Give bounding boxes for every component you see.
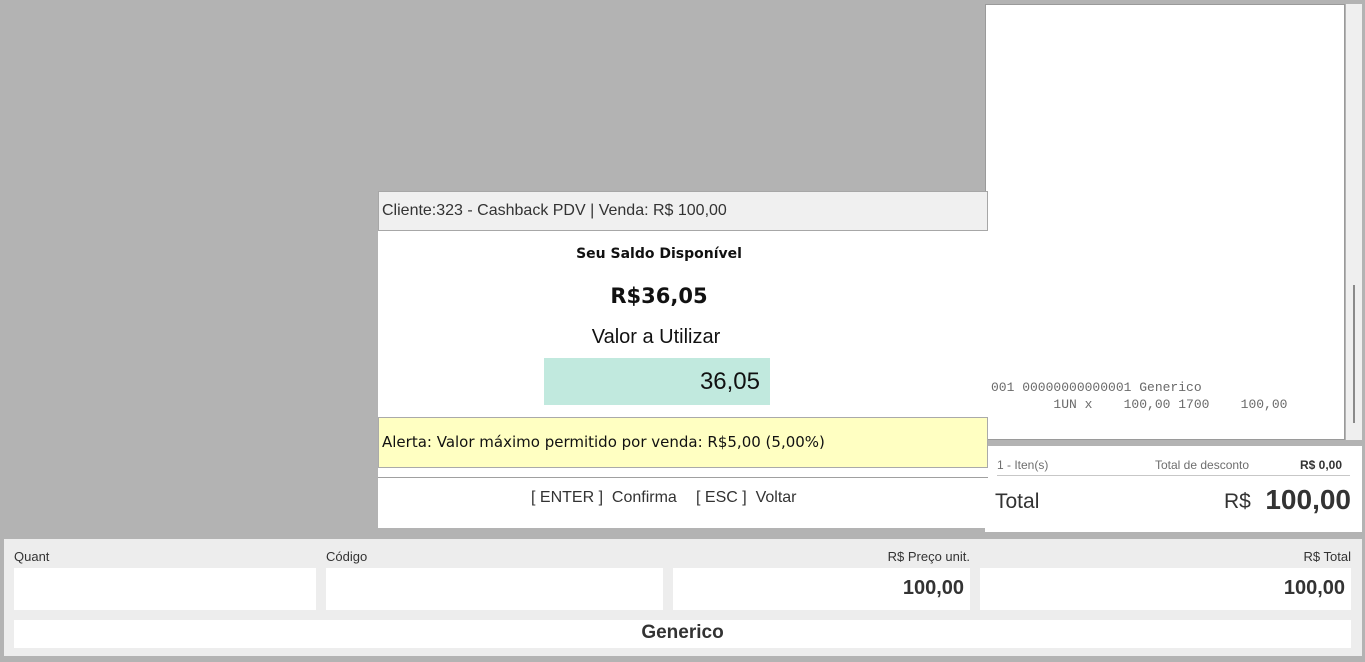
total-label: Total — [995, 490, 1040, 513]
items-count: 1 - Iten(s) — [997, 458, 1049, 472]
unit-price-label: R$ Preço unit. — [887, 549, 970, 564]
item-entry-bar: Quant Código R$ Preço unit. 100,00 R$ To… — [4, 539, 1362, 656]
balance-label: Seu Saldo Disponível — [576, 246, 742, 262]
balance-value: R$36,05 — [610, 284, 708, 308]
enter-key-hint: [ ENTER ] — [531, 489, 604, 506]
use-label: Valor a Utilizar — [591, 326, 721, 348]
alert-message: Alerta: Valor máximo permitido por venda… — [378, 417, 988, 468]
code-field[interactable] — [326, 568, 663, 610]
product-name: Generico — [14, 620, 1351, 648]
esc-key-hint: [ ESC ] — [696, 489, 747, 506]
receipt-item-detail: 1UN x 100,00 1700 100,00 — [991, 397, 1288, 412]
total-currency: R$ — [1224, 490, 1251, 513]
unit-price-value: 100,00 — [902, 577, 964, 599]
quant-label: Quant — [14, 549, 50, 564]
line-total-field[interactable]: 100,00 — [980, 568, 1351, 610]
confirm-button[interactable]: [ ENTER ] Confirma — [531, 489, 677, 507]
totals-panel: 1 - Iten(s) Total de desconto R$ 0,00 To… — [985, 446, 1362, 532]
dialog-divider — [378, 477, 988, 478]
totals-divider — [997, 475, 1350, 476]
cashback-dialog: Seu Saldo Disponível R$36,05 Valor a Uti… — [378, 231, 988, 528]
quant-field[interactable] — [14, 568, 316, 610]
receipt-panel: 001 00000000000001 Generico 1UN x 100,00… — [985, 4, 1345, 440]
receipt-scrollbar-thumb[interactable] — [1353, 285, 1355, 423]
total-value: 100,00 — [1265, 484, 1351, 515]
dialog-title: Cliente:323 - Cashback PDV | Venda: R$ 1… — [378, 191, 988, 231]
discount-label: Total de desconto — [1155, 458, 1250, 472]
discount-value: R$ 0,00 — [1300, 458, 1343, 472]
line-total-label: R$ Total — [1303, 549, 1351, 564]
receipt-item-line: 001 00000000000001 Generico — [991, 380, 1202, 395]
use-value-input[interactable]: 36,05 — [544, 358, 770, 405]
line-total-value: 100,00 — [1283, 577, 1345, 599]
unit-price-field[interactable]: 100,00 — [673, 568, 970, 610]
back-button[interactable]: [ ESC ] Voltar — [696, 489, 797, 507]
confirm-label: Confirma — [611, 489, 677, 506]
code-label: Código — [326, 549, 368, 564]
back-label: Voltar — [755, 489, 797, 506]
